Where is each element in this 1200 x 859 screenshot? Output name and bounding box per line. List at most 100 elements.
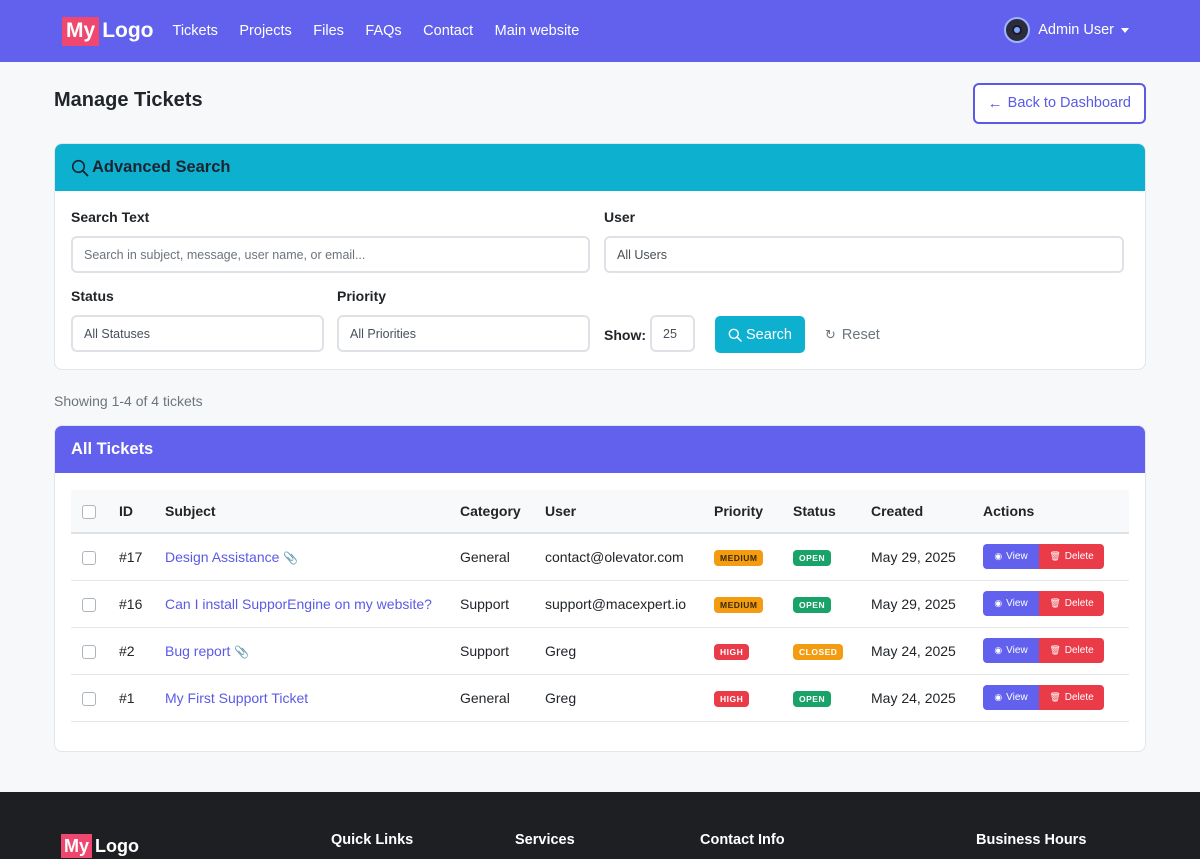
status-select[interactable]: All Statuses: [71, 315, 324, 352]
paperclip-icon: 📎: [234, 644, 250, 659]
view-label: View: [1006, 551, 1028, 563]
col-status[interactable]: Status: [793, 490, 871, 534]
show-count-input[interactable]: 25: [650, 315, 695, 352]
nav-link-main-website[interactable]: Main website: [495, 23, 580, 39]
priority-badge: HIGH: [714, 643, 750, 660]
all-tickets-header: All Tickets: [55, 426, 1145, 473]
row-checkbox[interactable]: [82, 691, 96, 706]
view-label: View: [1006, 598, 1028, 609]
page-title: Manage Tickets: [54, 88, 203, 111]
footer-quick-links-heading: Quick Links: [331, 832, 414, 848]
user-menu-dropdown[interactable]: Admin User: [1004, 17, 1129, 43]
eye-icon: ◉: [994, 598, 1003, 608]
paperclip-icon: 📎: [283, 550, 299, 565]
row-checkbox[interactable]: [82, 644, 96, 659]
user-select[interactable]: All Users: [604, 236, 1124, 273]
show-label: Show:: [604, 327, 646, 343]
table-row: #1 My First Support Ticket General Greg …: [71, 674, 1129, 722]
delete-button[interactable]: 🗑 Delete: [1039, 685, 1104, 710]
delete-button[interactable]: 🗑 Delete: [1039, 638, 1104, 663]
all-tickets-card: All Tickets ID Subject Category User Pri…: [54, 425, 1146, 752]
nav-link-projects[interactable]: Projects: [239, 23, 291, 39]
ticket-created: May 29, 2025: [871, 580, 983, 628]
table-header-row: ID Subject Category User Priority Status…: [71, 490, 1129, 534]
col-created[interactable]: Created: [871, 490, 983, 534]
nav-links: Tickets Projects Files FAQs Contact Main…: [173, 23, 601, 39]
priority-badge: MEDIUM: [714, 596, 764, 613]
table-row: #2 Bug report 📎 Support Greg HIGH CLOSED …: [71, 627, 1129, 675]
ticket-user: Greg: [545, 627, 714, 675]
page-header: Manage Tickets ← Back to Dashboard: [54, 82, 1146, 124]
user-name: Admin User: [1038, 22, 1114, 38]
status-badge: OPEN: [793, 690, 832, 707]
ticket-created: May 29, 2025: [871, 533, 983, 581]
view-button[interactable]: ◉ View: [983, 685, 1039, 710]
select-all-checkbox[interactable]: [82, 505, 96, 520]
ticket-subject-link[interactable]: Bug report: [165, 643, 230, 659]
advanced-search-header: Advanced Search: [55, 144, 1145, 191]
back-to-dashboard-button[interactable]: ← Back to Dashboard: [972, 82, 1146, 124]
row-actions: ◉ View 🗑 Delete: [983, 685, 1129, 710]
search-icon: [728, 328, 742, 342]
trash-icon: 🗑: [1049, 551, 1061, 562]
reset-button-label: Reset: [841, 326, 880, 343]
ticket-category: Support: [460, 627, 545, 675]
row-checkbox[interactable]: [82, 597, 96, 612]
trash-icon: 🗑: [1049, 692, 1061, 702]
footer-logo[interactable]: My Logo: [61, 834, 139, 858]
nav-link-tickets[interactable]: Tickets: [173, 23, 218, 39]
delete-label: Delete: [1064, 598, 1094, 609]
priority-badge: HIGH: [714, 690, 750, 707]
delete-label: Delete: [1064, 692, 1094, 703]
priority-select[interactable]: All Priorities: [337, 315, 590, 352]
row-checkbox[interactable]: [82, 550, 96, 565]
view-button[interactable]: ◉ View: [983, 591, 1039, 616]
advanced-search-card: Advanced Search Search Text Search in su…: [54, 143, 1146, 370]
trash-icon: 🗑: [1049, 598, 1061, 608]
footer-logo-text: Logo: [95, 836, 139, 856]
back-button-label: Back to Dashboard: [1007, 95, 1131, 111]
footer-logo-badge: My: [61, 834, 93, 858]
delete-button[interactable]: 🗑 Delete: [1039, 591, 1104, 616]
table-row: #16 Can I install SupporEngine on my web…: [71, 580, 1129, 628]
priority-label: Priority: [337, 288, 387, 304]
refresh-icon: ↻: [825, 326, 836, 342]
row-actions: ◉ View 🗑 Delete: [983, 638, 1129, 663]
col-actions: Actions: [983, 490, 1129, 534]
ticket-subject-link[interactable]: Design Assistance: [165, 549, 279, 565]
eye-icon: ◉: [994, 692, 1003, 702]
ticket-created: May 24, 2025: [871, 627, 983, 675]
col-id[interactable]: ID: [119, 490, 165, 534]
brand-logo[interactable]: My Logo: [62, 16, 154, 46]
delete-button[interactable]: 🗑 Delete: [1039, 544, 1104, 570]
main-content: Manage Tickets ← Back to Dashboard Advan…: [0, 82, 1200, 752]
arrow-left-icon: ←: [987, 94, 1003, 112]
col-category[interactable]: Category: [460, 490, 545, 534]
tickets-table-wrap: ID Subject Category User Priority Status…: [55, 473, 1145, 722]
view-button[interactable]: ◉ View: [983, 544, 1039, 570]
nav-link-contact[interactable]: Contact: [423, 23, 473, 39]
row-actions: ◉ View 🗑 Delete: [983, 591, 1129, 616]
ticket-category: General: [460, 674, 545, 722]
col-user[interactable]: User: [545, 490, 714, 534]
ticket-subject-link[interactable]: My First Support Ticket: [165, 690, 308, 706]
nav-link-faqs[interactable]: FAQs: [365, 23, 401, 39]
search-text-input[interactable]: Search in subject, message, user name, o…: [71, 236, 590, 273]
footer-services-heading: Services: [515, 832, 575, 848]
status-badge: OPEN: [793, 596, 832, 613]
search-form: Search Text Search in subject, message, …: [55, 191, 1145, 369]
col-subject[interactable]: Subject: [165, 490, 460, 534]
tickets-table: ID Subject Category User Priority Status…: [71, 490, 1129, 722]
priority-badge: MEDIUM: [714, 549, 764, 566]
view-button[interactable]: ◉ View: [983, 638, 1039, 663]
status-label: Status: [71, 288, 114, 304]
user-label: User: [604, 209, 636, 225]
avatar: [1004, 17, 1031, 43]
ticket-subject-link[interactable]: Can I install SupporEngine on my website…: [165, 596, 432, 612]
reset-button[interactable]: ↻ Reset: [825, 316, 880, 353]
nav-link-files[interactable]: Files: [313, 23, 344, 39]
col-priority[interactable]: Priority: [714, 490, 793, 534]
eye-icon: ◉: [994, 645, 1003, 655]
search-button[interactable]: Search: [715, 316, 805, 353]
chevron-down-icon: [1121, 27, 1129, 33]
